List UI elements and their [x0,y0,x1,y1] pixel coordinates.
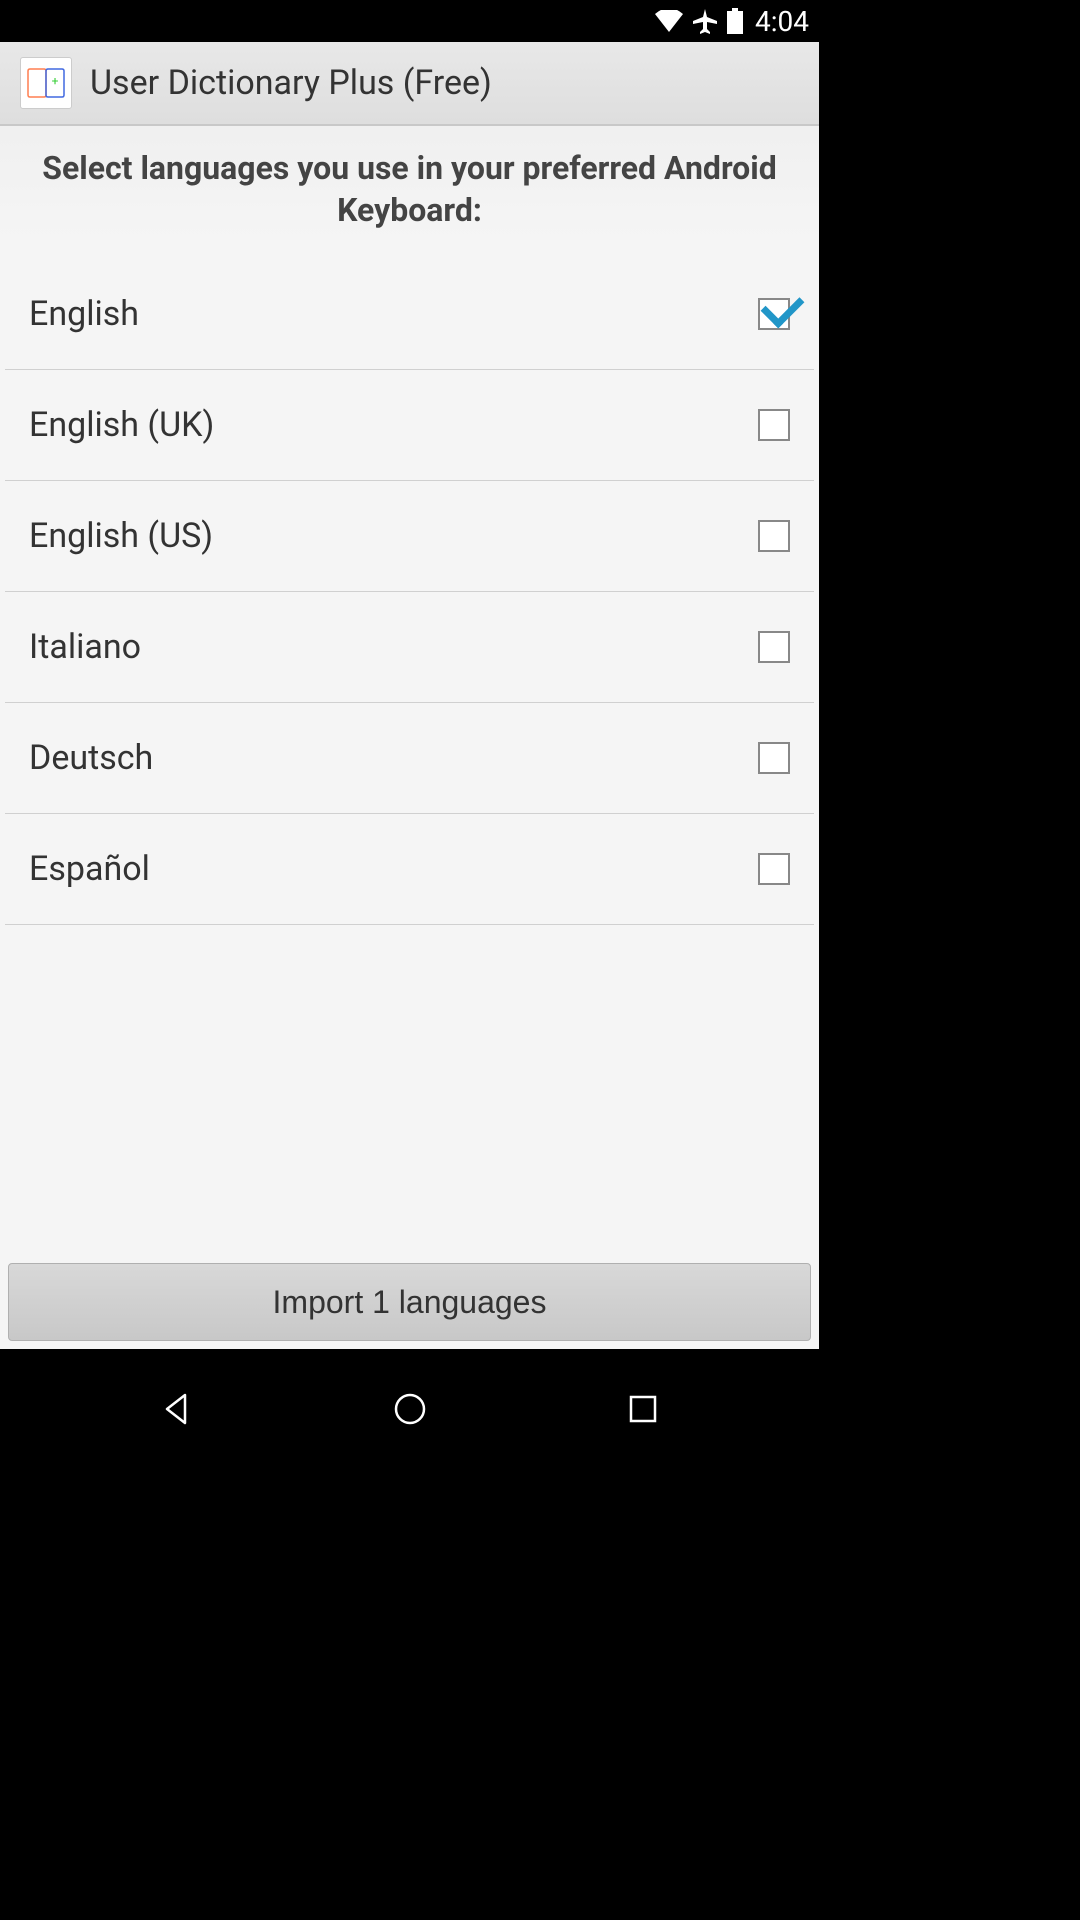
language-list: English English (UK) English (US) Italia… [0,259,819,1255]
checkbox-icon[interactable] [758,631,790,663]
language-item-english[interactable]: English [5,259,814,370]
checkbox-icon[interactable] [758,853,790,885]
home-button[interactable] [380,1379,440,1439]
bottom-spacer [0,1349,819,1361]
language-item-deutsch[interactable]: Deutsch [5,703,814,814]
navigation-bar [0,1361,819,1456]
app-title: User Dictionary Plus (Free) [90,63,492,103]
language-label: English [29,294,139,334]
wifi-icon [655,10,683,32]
battery-icon [727,8,743,34]
checkbox-icon[interactable] [758,520,790,552]
svg-text:+: + [52,74,59,88]
language-item-english-us[interactable]: English (US) [5,481,814,592]
airplane-mode-icon [691,7,719,35]
instruction-text: Select languages you use in your preferr… [0,126,819,259]
app-bar: + User Dictionary Plus (Free) [0,42,819,126]
app-icon: + [20,57,72,109]
language-item-espanol[interactable]: Español [5,814,814,925]
button-container: Import 1 languages [0,1255,819,1349]
language-label: Deutsch [29,738,153,778]
checkbox-icon[interactable] [758,409,790,441]
language-label: English (UK) [29,405,214,445]
recent-apps-button[interactable] [613,1379,673,1439]
language-item-english-uk[interactable]: English (UK) [5,370,814,481]
language-label: English (US) [29,516,213,556]
status-bar: 4:04 [0,0,819,42]
checkbox-icon[interactable] [758,298,790,330]
app-content: + User Dictionary Plus (Free) Select lan… [0,42,819,1361]
language-label: Español [29,849,150,889]
language-label: Italiano [29,627,141,667]
import-button[interactable]: Import 1 languages [8,1263,811,1341]
status-time: 4:04 [755,5,809,38]
language-item-italiano[interactable]: Italiano [5,592,814,703]
checkbox-icon[interactable] [758,742,790,774]
back-button[interactable] [147,1379,207,1439]
